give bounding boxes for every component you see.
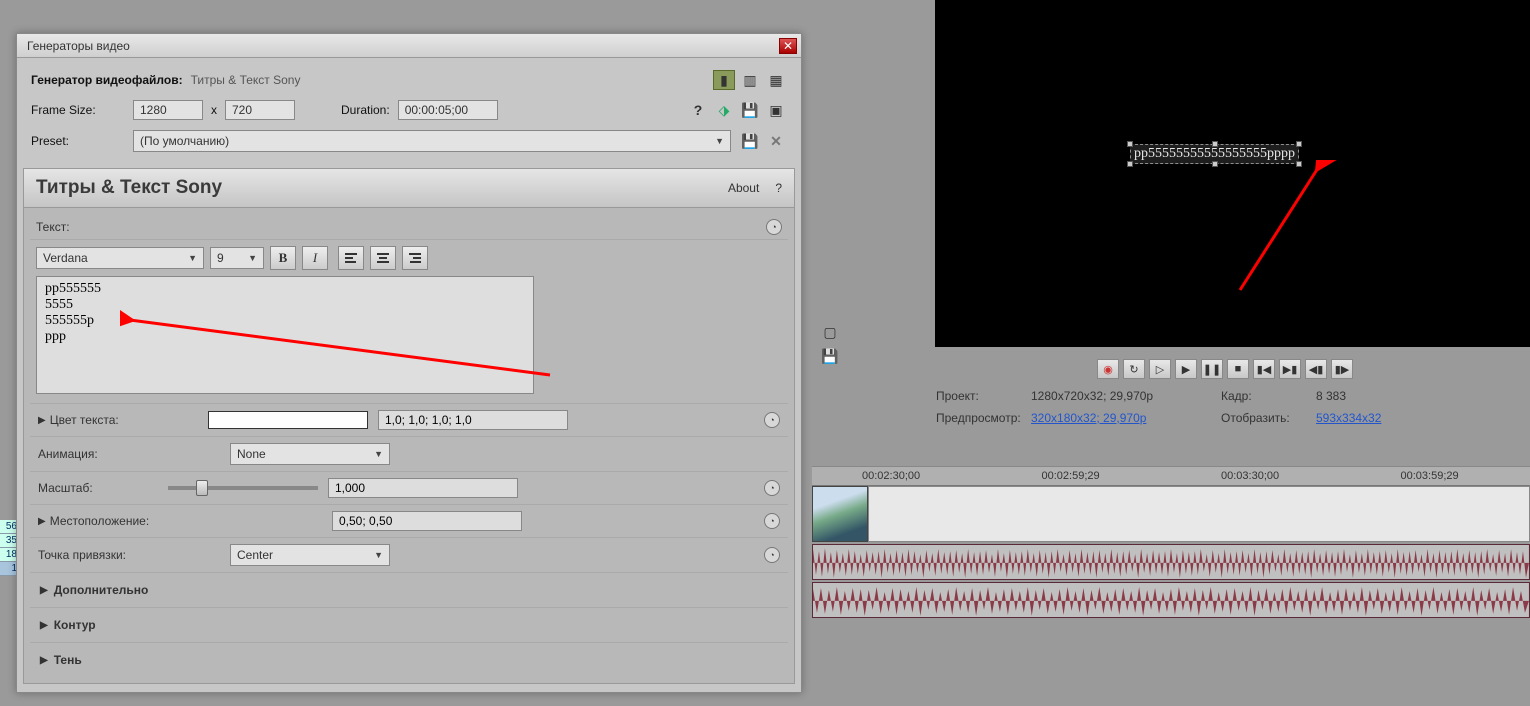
timeline: 00:02:30;00 00:02:59;29 00:03:30;00 00:0… — [812, 466, 1530, 618]
preset-select[interactable]: (По умолчанию) ▼ — [133, 130, 731, 152]
go-end-button[interactable]: ▶▮ — [1279, 359, 1301, 379]
preview-video[interactable]: pp55555555555555555pppp — [935, 0, 1530, 347]
shadow-expander[interactable]: ▶Тень — [30, 642, 788, 677]
animation-select[interactable]: None▼ — [230, 443, 390, 465]
dialog-titlebar[interactable]: Генераторы видео ✕ — [17, 34, 801, 58]
text-color-label: ▶Цвет текста: — [38, 413, 198, 427]
align-center-button[interactable] — [370, 246, 396, 270]
time-ruler[interactable]: 00:02:30;00 00:02:59;29 00:03:30;00 00:0… — [812, 466, 1530, 486]
title-text-input[interactable] — [36, 276, 534, 394]
play-from-start-button[interactable]: ▷ — [1149, 359, 1171, 379]
generator-name: Титры & Текст Sony — [191, 73, 301, 87]
view-mode-3-icon[interactable]: ▦ — [765, 70, 787, 90]
scale-input[interactable] — [328, 478, 518, 498]
audio-track-1[interactable] — [812, 544, 1530, 580]
go-start-button[interactable]: ▮◀ — [1253, 359, 1275, 379]
about-link[interactable]: About — [728, 181, 759, 195]
anchor-label: Точка привязки: — [38, 548, 220, 562]
close-icon[interactable]: ✕ — [779, 38, 797, 54]
location-input[interactable] — [332, 511, 522, 531]
additional-expander[interactable]: ▶Дополнительно — [30, 572, 788, 607]
panel-help-link[interactable]: ? — [775, 181, 782, 195]
location-label: ▶Местоположение: — [38, 514, 322, 528]
side-fragment: ▢ 💾 — [808, 316, 852, 366]
titles-text-panel: Титры & Текст Sony About ? Текст: ◔ Verd… — [23, 168, 795, 684]
italic-button[interactable]: I — [302, 246, 328, 270]
preview-text-overlay[interactable]: pp55555555555555555pppp — [1130, 144, 1299, 164]
font-family-select[interactable]: Verdana▼ — [36, 247, 204, 269]
stop-button[interactable]: ■ — [1227, 359, 1249, 379]
bold-button[interactable]: B — [270, 246, 296, 270]
preview-value-link[interactable]: 320x180x32; 29,970p — [1031, 411, 1221, 425]
play-button[interactable]: ▶ — [1175, 359, 1197, 379]
video-clip[interactable] — [868, 486, 1530, 542]
prev-frame-button[interactable]: ◀▮ — [1305, 359, 1327, 379]
save-preset-icon[interactable]: 💾 — [739, 100, 761, 120]
anchor-select[interactable]: Center▼ — [230, 544, 390, 566]
panel-title: Титры & Текст Sony — [36, 177, 222, 199]
save-icon[interactable]: 💾 — [739, 131, 761, 151]
audio-track-2[interactable] — [812, 582, 1530, 618]
loop-button[interactable]: ↻ — [1123, 359, 1145, 379]
text-color-input[interactable] — [378, 410, 568, 430]
video-track[interactable] — [812, 486, 1530, 542]
chevron-down-icon: ▼ — [715, 136, 724, 146]
view-mode-1-icon[interactable]: ▮ — [713, 70, 735, 90]
animation-label: Анимация: — [38, 447, 220, 461]
ruler-tick: 00:02:59;29 — [992, 470, 1172, 482]
preset-label: Preset: — [31, 134, 125, 148]
display-value-link[interactable]: 593x334x32 — [1316, 411, 1381, 425]
view-mode-2-icon[interactable]: ▥ — [739, 70, 761, 90]
ruler-tick: 00:03:30;00 — [1171, 470, 1351, 482]
dock-icon[interactable]: ▣ — [765, 100, 787, 120]
display-label: Отобразить: — [1221, 411, 1316, 425]
keyframe-scale-icon[interactable]: ◔ — [764, 480, 780, 496]
font-size-select[interactable]: 9▼ — [210, 247, 264, 269]
scale-label: Масштаб: — [38, 481, 158, 495]
preview-label: Предпросмотр: — [936, 411, 1031, 425]
record-button[interactable]: ◉ — [1097, 359, 1119, 379]
duration-input[interactable] — [398, 100, 498, 120]
save-icon[interactable]: 💾 — [819, 346, 841, 366]
preview-pane: pp55555555555555555pppp ◉ ↻ ▷ ▶ ❚❚ ■ ▮◀ … — [920, 0, 1530, 429]
pause-button[interactable]: ❚❚ — [1201, 359, 1223, 379]
frame-value: 8 383 — [1316, 389, 1346, 403]
frame-x-label: x — [211, 103, 217, 117]
project-label: Проект: — [936, 389, 1031, 403]
keyframe-color-icon[interactable]: ◔ — [764, 412, 780, 428]
keyframe-text-icon[interactable]: ◔ — [766, 219, 782, 235]
help-icon[interactable]: ? — [687, 100, 709, 120]
keyframe-anchor-icon[interactable]: ◔ — [764, 547, 780, 563]
side-icon-1[interactable]: ▢ — [819, 322, 841, 342]
frame-label: Кадр: — [1221, 389, 1316, 403]
ruler-tick: 00:03:59;29 — [1351, 470, 1530, 482]
next-frame-button[interactable]: ▮▶ — [1331, 359, 1353, 379]
duration-label: Duration: — [341, 103, 390, 117]
video-generators-dialog: Генераторы видео ✕ Генератор видеофайлов… — [16, 33, 802, 693]
clip-thumbnail[interactable] — [812, 486, 868, 542]
transport-controls: ◉ ↻ ▷ ▶ ❚❚ ■ ▮◀ ▶▮ ◀▮ ▮▶ — [920, 353, 1530, 385]
text-color-swatch[interactable] — [208, 411, 368, 429]
ruler-tick: 00:02:30;00 — [812, 470, 992, 482]
project-value: 1280x720x32; 29,970p — [1031, 389, 1221, 403]
outline-expander[interactable]: ▶Контур — [30, 607, 788, 642]
align-left-button[interactable] — [338, 246, 364, 270]
dialog-title-text: Генераторы видео — [27, 39, 130, 53]
scale-slider[interactable] — [168, 486, 318, 490]
frame-width-input[interactable] — [133, 100, 203, 120]
delete-icon[interactable]: ✕ — [765, 131, 787, 151]
keyframe-location-icon[interactable]: ◔ — [764, 513, 780, 529]
frame-height-input[interactable] — [225, 100, 295, 120]
plugin-chain-icon[interactable]: ⬗ — [713, 100, 735, 120]
text-section-label: Текст: — [36, 220, 136, 234]
generator-label: Генератор видеофайлов: — [31, 73, 183, 87]
frame-size-label: Frame Size: — [31, 103, 125, 117]
align-right-button[interactable] — [402, 246, 428, 270]
